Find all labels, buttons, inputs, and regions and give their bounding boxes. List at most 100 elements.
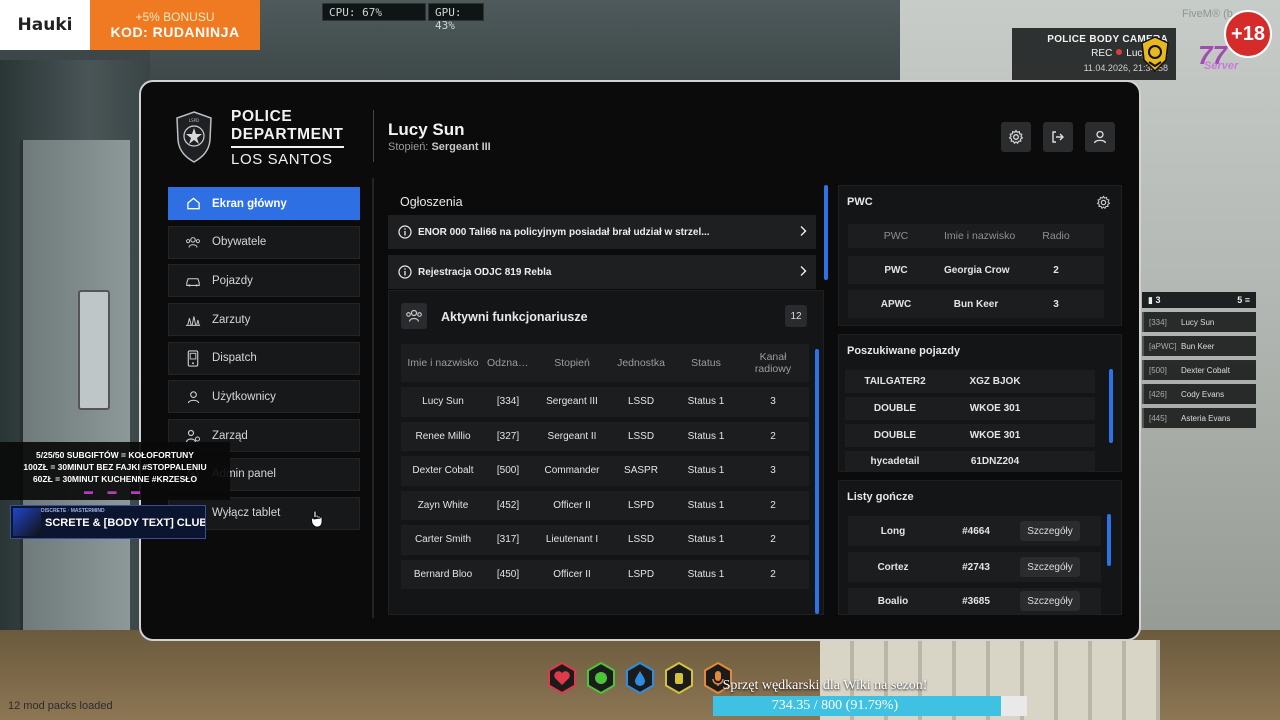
dept-line1: POLICE bbox=[231, 108, 293, 125]
car-icon bbox=[184, 272, 202, 290]
radio-left-count: ▮ 3 bbox=[1148, 295, 1161, 305]
nav-dispatch[interactable]: Dispatch bbox=[168, 341, 360, 375]
hauki-logo: Hauki bbox=[0, 0, 90, 50]
wanted-vehicles-title: Poszukiwane pojazdy bbox=[847, 345, 961, 357]
user-icon bbox=[1093, 130, 1107, 144]
radio-right-count: 5 ≡ bbox=[1237, 295, 1250, 305]
nav-charges[interactable]: Zarzuty bbox=[168, 303, 360, 337]
pwc-panel: PWC PWC Imie i nazwisko Radio PWC Georgia C… bbox=[838, 185, 1122, 326]
vehicle-row[interactable]: DOUBLE WKOE 301 bbox=[845, 424, 1095, 447]
sidebar-divider bbox=[372, 178, 374, 618]
radio-row: [334] Lucy Sun bbox=[1142, 312, 1256, 332]
nav-label: Pojazdy bbox=[212, 274, 253, 287]
announcement-item[interactable]: ENOR 000 Tali66 na policyjnym posiadał b… bbox=[388, 215, 816, 249]
announcement-item[interactable]: Rejestracja ODJC 819 Rebla bbox=[388, 255, 816, 289]
table-row[interactable]: Zayn White [452] Officer II LSPD Status 12 bbox=[401, 490, 809, 520]
fivem-watermark: FiveM® (b bbox=[1182, 8, 1233, 20]
charges-icon bbox=[184, 311, 202, 329]
settings-button[interactable] bbox=[1001, 122, 1031, 152]
table-header: Imie i nazwisko Odznaka Stopień Jednostk… bbox=[401, 344, 809, 382]
nav-label: Dispatch bbox=[212, 352, 257, 365]
info-icon bbox=[398, 225, 412, 239]
promo-box: +5% BONUSU KOD: RUDANINJA bbox=[90, 0, 260, 50]
wanted-row: Long #4664 Szczegóły bbox=[848, 516, 1101, 546]
armor-icon bbox=[585, 662, 617, 694]
nav-label: Wyłącz tablet bbox=[212, 507, 281, 519]
nav-label: Zarząd bbox=[212, 429, 248, 442]
svg-text:LSPD: LSPD bbox=[189, 118, 199, 123]
col-name: Imie i nazwisko bbox=[407, 357, 479, 369]
nav-vehicles[interactable]: Pojazdy bbox=[168, 264, 360, 298]
modpacks-status: 12 mod packs loaded bbox=[8, 700, 113, 712]
pwc-row[interactable]: PWC Georgia Crow 2 bbox=[848, 256, 1104, 284]
tablet-header: LSPD POLICE DEPARTMENT LOS SANTOS Lucy S… bbox=[141, 82, 1139, 178]
announcement-text: ENOR 000 Tali66 na policyjnym posiadał b… bbox=[418, 226, 710, 238]
gear-icon[interactable] bbox=[1096, 195, 1111, 210]
age-rating-badge: +18 bbox=[1224, 10, 1272, 58]
vehicle-row[interactable]: hycadetail 61DNZ204 bbox=[845, 451, 1095, 471]
donation-goal-bar: 734.35 / 800 (91.79%) bbox=[713, 696, 1027, 716]
details-button[interactable]: Szczegóły bbox=[1020, 521, 1080, 541]
user-name: Lucy Sun bbox=[388, 120, 465, 139]
active-officers-panel: Aktywni funkcjonariusze 12 Imie i nazwis… bbox=[388, 290, 824, 615]
table-row[interactable]: Lucy Sun [334] Sergeant III LSSD Status 13 bbox=[401, 387, 809, 417]
logout-button[interactable] bbox=[1043, 122, 1073, 152]
profile-button[interactable] bbox=[1085, 122, 1115, 152]
announcements-scrollbar[interactable] bbox=[824, 185, 828, 280]
donation-goal: Sprzęt wędkarski dla Wiki na sezon! 734.… bbox=[713, 678, 1027, 716]
mouse-cursor-icon bbox=[311, 510, 323, 533]
vehicle-row[interactable]: TAILGATER2 XGZ BJOK bbox=[845, 370, 1095, 393]
officers-table: Imie i nazwisko Odznaka Stopień Jednostk… bbox=[401, 344, 809, 589]
vehicles-scrollbar[interactable] bbox=[1109, 369, 1113, 443]
announcements-title: Ogłoszenia bbox=[400, 195, 463, 209]
phone-icon bbox=[184, 349, 202, 367]
details-button[interactable]: Szczegóły bbox=[1020, 557, 1080, 577]
nav-citizens[interactable]: Obywatele bbox=[168, 225, 360, 259]
door-panel bbox=[20, 140, 130, 660]
donation-goal-title: Sprzęt wędkarski dla Wiki na sezon! bbox=[722, 678, 928, 693]
cpu-usage: CPU: 67% bbox=[322, 3, 426, 21]
col-badge: Odznaka bbox=[487, 357, 530, 369]
wanted-lists-title: Listy gończe bbox=[847, 491, 914, 503]
rec-dot-icon bbox=[1116, 49, 1123, 55]
health-icon bbox=[546, 662, 578, 694]
home-icon bbox=[184, 195, 202, 213]
pwc-table-header: PWC Imie i nazwisko Radio bbox=[848, 224, 1104, 248]
radio-row: [426] Cody Evans bbox=[1142, 384, 1256, 404]
radio-row: [445] Asteria Evans bbox=[1142, 408, 1256, 428]
nav-home[interactable]: Ekran główny bbox=[168, 187, 360, 220]
table-row[interactable]: Bernard Bloo [450] Officer II LSPD Status 12 bbox=[401, 559, 809, 589]
subgoal-line: 5/25/50 SUBGIFTÓW = KOŁOFORTUNY bbox=[36, 450, 194, 460]
subgoal-line: 60ZŁ = 30MINUT KUCHENNE #KRZESŁO bbox=[32, 474, 198, 484]
col-rank: Stopień bbox=[554, 357, 590, 369]
active-officers-title: Aktywni funkcjonariusze bbox=[441, 310, 588, 324]
promo-bonus: +5% BONUSU bbox=[135, 10, 215, 24]
chevron-right-icon bbox=[800, 266, 807, 276]
table-row[interactable]: Dexter Cobalt [500] Commander SASPR Status 1… bbox=[401, 456, 809, 486]
main-content: Ogłoszenia ENOR 000 Tali66 na policyjnym… bbox=[388, 185, 828, 615]
info-icon bbox=[398, 265, 412, 279]
pwc-row[interactable]: APWC Bun Keer 3 bbox=[848, 290, 1104, 318]
radio-list: ▮ 3 5 ≡ [334] Lucy Sun [aPWC] Bun Keer [50… bbox=[1142, 292, 1256, 428]
announcement-text: Rejestracja ODJC 819 Rebla bbox=[418, 266, 552, 278]
user-icon bbox=[184, 388, 202, 406]
nav-users[interactable]: Użytkownicy bbox=[168, 380, 360, 414]
table-row[interactable]: Carter Smith [317] Lieutenant I LSSD Status … bbox=[401, 525, 809, 555]
police-badge-icon: LSPD bbox=[173, 110, 215, 164]
users-icon bbox=[184, 233, 202, 251]
radio-row: [aPWC] Bun Keer bbox=[1142, 336, 1256, 356]
table-row[interactable]: Renee Millio [327] Sergeant II LSSD Status 1… bbox=[401, 421, 809, 451]
wanted-lists-scrollbar[interactable] bbox=[1107, 514, 1111, 566]
hauki-banner: Hauki +5% BONUSU KOD: RUDANINJA bbox=[0, 0, 260, 50]
col-radio: Kanał radiowy bbox=[754, 351, 792, 375]
department-name: POLICE DEPARTMENT LOS SANTOS bbox=[231, 108, 344, 169]
details-button[interactable]: Szczegóły bbox=[1020, 591, 1080, 611]
now-playing-overlay: DISCRETE · MASTERMIND SCRETE & [BODY TEX… bbox=[10, 505, 206, 539]
col-unit: Jednostka bbox=[617, 357, 665, 369]
active-officers-count: 12 bbox=[785, 305, 807, 327]
officers-scrollbar[interactable] bbox=[815, 349, 819, 614]
nav-label: Użytkownicy bbox=[212, 390, 276, 403]
dept-line3: LOS SANTOS bbox=[231, 151, 333, 168]
vehicle-row[interactable]: DOUBLE WKOE 301 bbox=[845, 397, 1095, 420]
nav-label: Ekran główny bbox=[212, 197, 287, 210]
